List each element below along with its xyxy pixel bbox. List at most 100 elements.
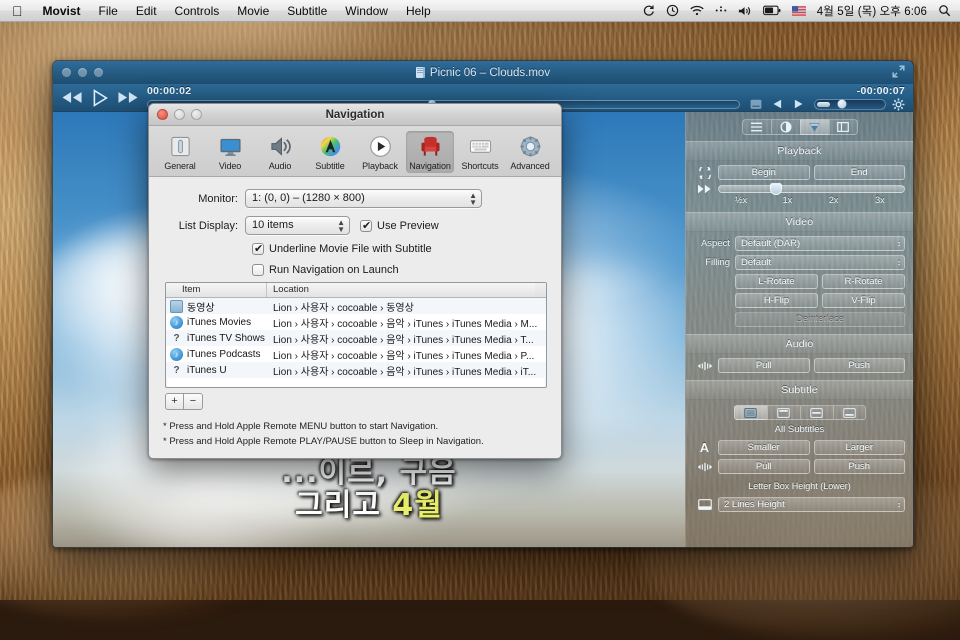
speed-tick-labels: ½x 1x 2x 3x <box>686 194 913 205</box>
prefs-tab-playback[interactable]: Playback <box>356 131 404 173</box>
subtitle-push-button[interactable]: Push <box>814 459 906 474</box>
subtitle-pull-button[interactable]: Pull <box>718 459 810 474</box>
underline-subtitle-row[interactable]: Underline Movie File with Subtitle <box>252 243 547 255</box>
prefs-tab-video[interactable]: Video <box>206 131 254 173</box>
play-circle-icon <box>367 133 393 159</box>
underline-subtitle-checkbox[interactable] <box>252 243 264 255</box>
subtitle-smaller-button[interactable]: Smaller <box>718 440 810 455</box>
use-preview-checkbox[interactable] <box>360 220 372 232</box>
menu-item-file[interactable]: File <box>90 0 127 22</box>
speed-tick-3x: 3x <box>857 195 903 205</box>
table-cell-location: Lion › 사용자 › cocoable › 동영상 <box>267 299 546 314</box>
sync-icon[interactable] <box>642 4 655 17</box>
v-flip-button[interactable]: V-Flip <box>822 293 905 308</box>
prefs-tab-navigation[interactable]: Navigation <box>406 131 454 173</box>
prefs-tab-audio[interactable]: Audio <box>256 131 304 173</box>
column-header-location[interactable]: Location <box>267 283 535 297</box>
repeat-icon[interactable] <box>696 167 713 179</box>
prefs-tab-shortcuts[interactable]: Shortcuts <box>456 131 504 173</box>
use-preview-checkbox-row[interactable]: Use Preview <box>360 220 439 232</box>
previous-icon[interactable] <box>772 99 783 109</box>
run-on-launch-row[interactable]: Run Navigation on Launch <box>252 264 547 276</box>
subtitle-pos-bottom-icon[interactable] <box>833 405 866 420</box>
fullscreen-icon[interactable] <box>892 65 905 78</box>
prefs-tab-general[interactable]: General <box>156 131 204 173</box>
prefs-tab-subtitle-label: Subtitle <box>315 161 344 171</box>
battery-icon[interactable] <box>763 5 781 16</box>
prefs-tab-playback-label: Playback <box>362 161 398 171</box>
table-scrollbar[interactable] <box>535 283 546 297</box>
h-flip-button[interactable]: H-Flip <box>735 293 818 308</box>
player-titlebar[interactable]: Picnic 06 – Clouds.mov <box>53 61 913 84</box>
bluetooth-icon[interactable] <box>715 5 727 16</box>
menu-item-help[interactable]: Help <box>397 0 440 22</box>
r-rotate-button[interactable]: R-Rotate <box>822 274 905 289</box>
audio-pull-button[interactable]: Pull <box>718 358 810 373</box>
table-action-buttons: + − <box>165 393 561 410</box>
filling-select[interactable]: Default <box>735 255 905 270</box>
next-icon[interactable] <box>793 99 804 109</box>
rewind-icon[interactable] <box>61 91 83 104</box>
menubar-clock[interactable]: 4월 5일 (목) 오후 6:06 <box>817 3 927 19</box>
search-icon[interactable] <box>938 4 951 17</box>
prefs-body: Monitor: 1: (0, 0) – (1280 × 800) ▲▼ Lis… <box>149 177 561 276</box>
repeat-end-button[interactable]: End <box>814 165 906 180</box>
subtitle-pos-middle-icon[interactable] <box>800 405 833 420</box>
panels-tab[interactable] <box>829 119 858 135</box>
table-row[interactable]: ? iTunes U Lion › 사용자 › cocoable › 음악 › … <box>166 362 546 378</box>
apple-logo-icon[interactable]:  <box>0 4 34 18</box>
input-flag-icon[interactable] <box>792 6 806 16</box>
table-row[interactable]: ♪ iTunes Podcasts Lion › 사용자 › cocoable … <box>166 346 546 362</box>
table-row[interactable]: ? iTunes TV Shows Lion › 사용자 › cocoable … <box>166 330 546 346</box>
prefs-tab-advanced[interactable]: Advanced <box>506 131 554 173</box>
speed-icon <box>696 184 713 194</box>
add-folder-button[interactable]: + <box>165 393 184 410</box>
contrast-tab[interactable] <box>771 119 800 135</box>
volume-slider[interactable] <box>814 99 886 110</box>
menu-item-edit[interactable]: Edit <box>127 0 166 22</box>
run-on-launch-checkbox[interactable] <box>252 264 264 276</box>
speed-knob[interactable] <box>770 183 782 195</box>
menu-item-movie[interactable]: Movie <box>228 0 278 22</box>
list-display-select[interactable]: 10 items ▲▼ <box>245 216 350 235</box>
subtitle-letter-icon <box>317 133 343 159</box>
remove-folder-button[interactable]: − <box>184 393 203 410</box>
aspect-select[interactable]: Default (DAR) <box>735 236 905 251</box>
list-tab[interactable] <box>742 119 771 135</box>
player-title-text: Picnic 06 – Clouds.mov <box>430 67 550 79</box>
prefs-titlebar[interactable]: Navigation <box>149 104 561 126</box>
gear-icon[interactable] <box>892 98 905 111</box>
volume-icon[interactable] <box>738 5 752 17</box>
playback-tab[interactable] <box>800 119 829 135</box>
menu-item-controls[interactable]: Controls <box>166 0 229 22</box>
repeat-begin-button[interactable]: Begin <box>718 165 810 180</box>
wifi-icon[interactable] <box>690 5 704 16</box>
all-subtitles-label: All Subtitles <box>686 421 913 436</box>
navigation-folder-table[interactable]: Item Location 동영상 Lion › 사용자 › cocoable … <box>165 282 547 388</box>
play-icon[interactable] <box>91 89 109 107</box>
column-header-item[interactable]: Item <box>166 283 267 297</box>
subtitle-toggle-icon[interactable] <box>750 99 762 110</box>
monitor-select[interactable]: 1: (0, 0) – (1280 × 800) ▲▼ <box>245 189 482 208</box>
table-row[interactable]: ♪ iTunes Movies Lion › 사용자 › cocoable › … <box>166 314 546 330</box>
deinterlace-button[interactable]: Deinterlace <box>735 312 905 327</box>
forward-icon[interactable] <box>117 91 139 104</box>
table-cell-item: ? iTunes TV Shows <box>166 332 267 345</box>
letterbox-height-select[interactable]: 2 Lines Height <box>718 497 905 512</box>
menu-item-subtitle[interactable]: Subtitle <box>278 0 336 22</box>
speed-slider[interactable] <box>718 185 905 193</box>
control-sidebar: Playback Begin End ½x 1x <box>685 112 913 548</box>
menu-item-window[interactable]: Window <box>336 0 397 22</box>
subtitle-pos-full-icon[interactable] <box>734 405 767 420</box>
subtitle-larger-button[interactable]: Larger <box>814 440 906 455</box>
speed-tick-half: ½x <box>718 195 764 205</box>
prefs-tab-subtitle[interactable]: Subtitle <box>306 131 354 173</box>
table-row[interactable]: 동영상 Lion › 사용자 › cocoable › 동영상 <box>166 298 546 314</box>
sync-adjust-icon <box>696 462 713 472</box>
menu-item-movist[interactable]: Movist <box>34 0 90 22</box>
time-machine-icon[interactable] <box>666 4 679 17</box>
l-rotate-button[interactable]: L-Rotate <box>735 274 818 289</box>
audio-push-button[interactable]: Push <box>814 358 906 373</box>
volume-knob[interactable] <box>837 100 846 109</box>
subtitle-pos-top-icon[interactable] <box>767 405 800 420</box>
